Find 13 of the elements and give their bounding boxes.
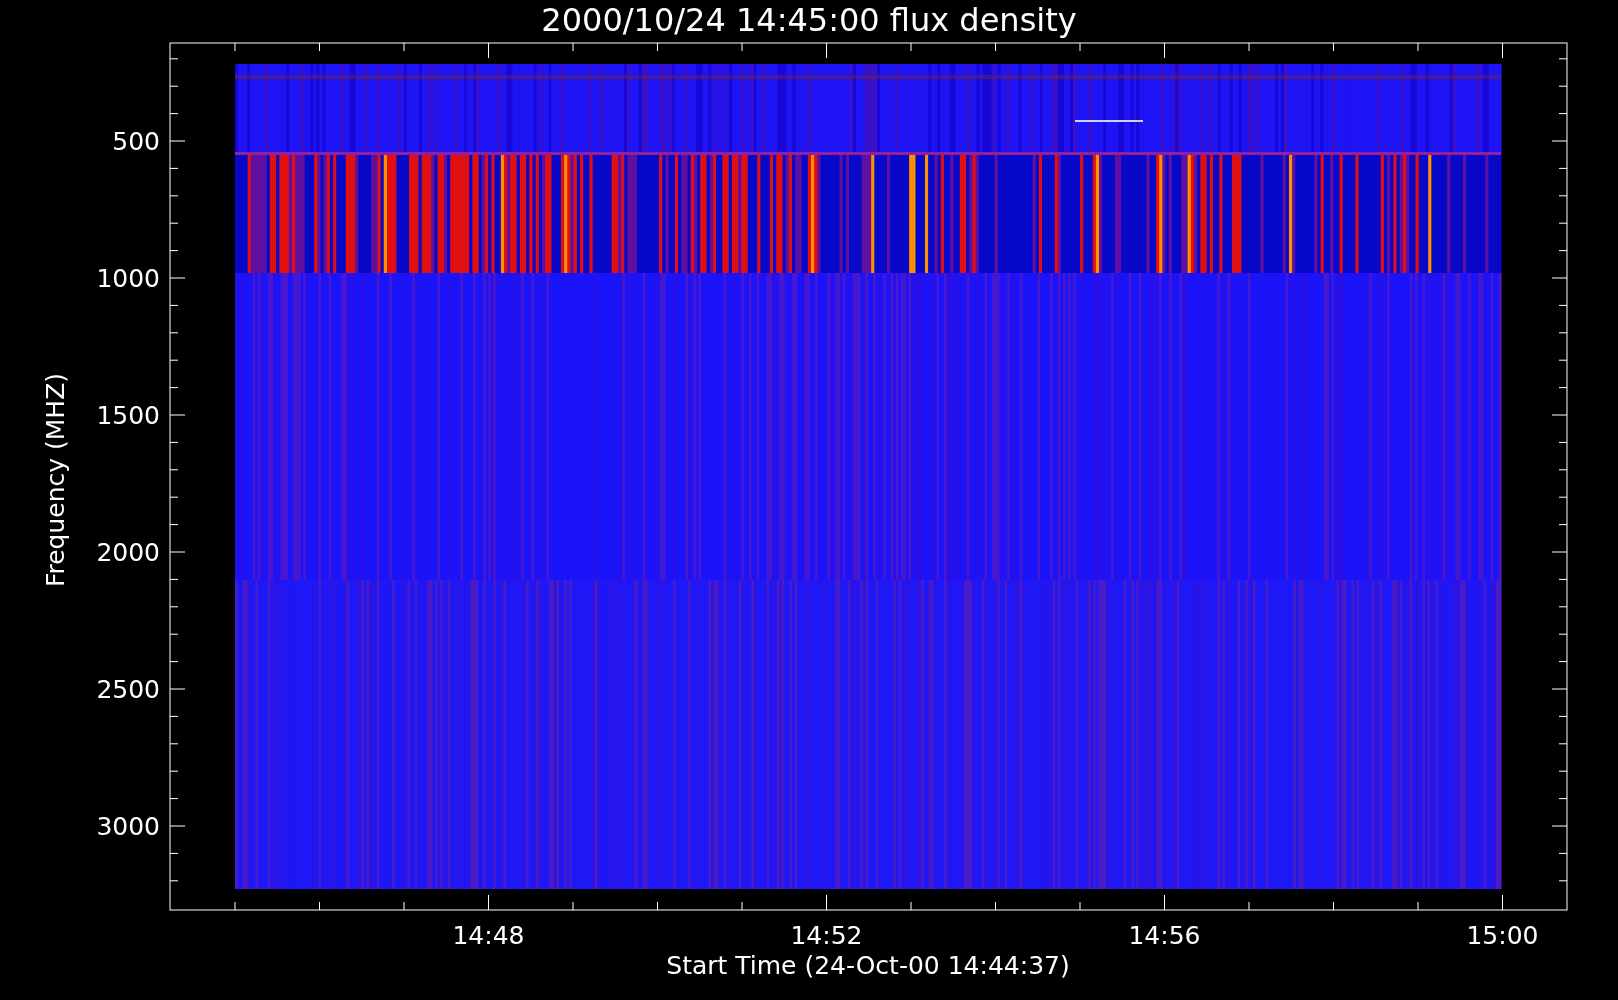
x-tick-label: 14:48: [452, 921, 525, 950]
y-tick-label: 2500: [96, 675, 160, 704]
x-tick-label: 14:52: [790, 921, 863, 950]
x-tick-label: 14:56: [1128, 921, 1201, 950]
x-axis-label: Start Time (24-Oct-00 14:44:37): [666, 951, 1070, 980]
x-tick-label: 15:00: [1466, 921, 1539, 950]
plot-title: 2000/10/24 14:45:00 flux density: [541, 1, 1077, 39]
y-tick-label: 2000: [96, 538, 160, 567]
y-axis-label: Frequency (MHZ): [41, 372, 70, 588]
y-tick-label: 1500: [96, 401, 160, 430]
y-tick-label: 500: [112, 127, 160, 156]
y-tick-label: 3000: [96, 812, 160, 841]
y-tick-label: 1000: [96, 264, 160, 293]
